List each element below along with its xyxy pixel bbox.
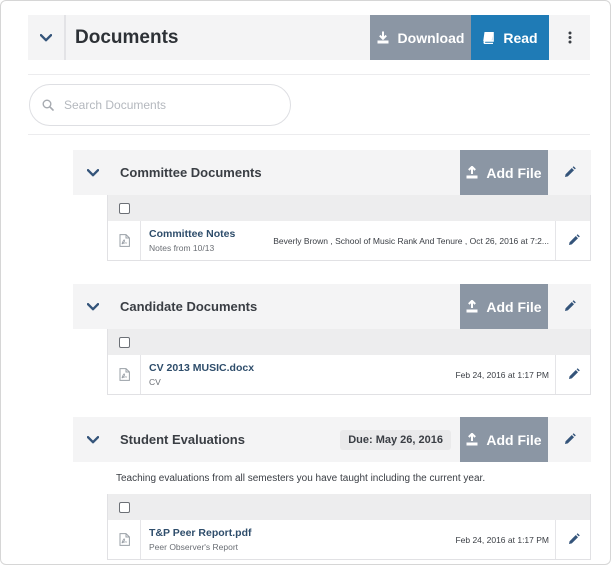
due-date-badge: Due: May 26, 2016 xyxy=(340,429,451,450)
upload-icon xyxy=(466,166,478,179)
select-all-row xyxy=(108,494,590,520)
add-file-button[interactable]: Add File xyxy=(460,417,548,462)
download-label: Download xyxy=(397,29,465,46)
section-edit-button[interactable] xyxy=(548,417,591,462)
search-input[interactable] xyxy=(64,98,264,112)
chevron-down-icon xyxy=(87,302,99,310)
chevron-down-icon xyxy=(87,435,99,443)
add-file-button[interactable]: Add File xyxy=(460,284,548,329)
add-file-button[interactable]: Add File xyxy=(460,150,548,195)
file-description: Notes from 10/13 xyxy=(149,243,215,253)
pencil-icon xyxy=(568,234,580,245)
table-row[interactable]: CV 2013 MUSIC.docx CV Feb 24, 2016 at 1:… xyxy=(108,355,590,394)
download-button[interactable]: Download xyxy=(370,15,471,60)
pencil-icon xyxy=(565,166,576,177)
select-all-checkbox[interactable] xyxy=(119,336,130,348)
section-title: Candidate Documents xyxy=(120,299,258,314)
file-icon xyxy=(119,533,130,546)
table-row[interactable]: Committee Notes Notes from 10/13 Beverly… xyxy=(108,221,590,260)
file-table: Committee Notes Notes from 10/13 Beverly… xyxy=(107,195,591,261)
read-label: Read xyxy=(503,29,538,46)
add-file-label: Add File xyxy=(486,164,542,181)
upload-icon xyxy=(466,300,478,313)
pencil-icon xyxy=(568,368,580,379)
section-collapse-toggle[interactable] xyxy=(73,150,113,195)
search-box[interactable] xyxy=(29,84,291,126)
file-type-cell xyxy=(108,221,141,260)
file-edit-button[interactable] xyxy=(555,221,590,260)
divider xyxy=(28,74,590,75)
file-description: Peer Observer's Report xyxy=(149,542,239,552)
section-description: Teaching evaluations from all semesters … xyxy=(116,473,486,484)
file-icon xyxy=(119,234,130,247)
add-file-label: Add File xyxy=(486,431,542,448)
section-header: Student Evaluations Due: May 26, 2016 Ad… xyxy=(73,417,591,462)
file-type-cell xyxy=(108,355,141,394)
file-name-link[interactable]: T&P Peer Report.pdf xyxy=(149,527,455,539)
chevron-down-icon xyxy=(40,33,52,41)
pencil-icon xyxy=(565,433,576,444)
file-info: Committee Notes Notes from 10/13 xyxy=(141,221,273,260)
select-all-checkbox[interactable] xyxy=(119,202,130,214)
documents-panel: Documents Download Read Committee Docume… xyxy=(0,0,611,565)
pencil-icon xyxy=(568,533,580,544)
file-type-cell xyxy=(108,520,141,559)
file-meta: Beverly Brown , School of Music Rank And… xyxy=(273,221,555,260)
file-icon xyxy=(119,368,130,381)
section-collapse-toggle[interactable] xyxy=(73,417,113,462)
more-vertical-icon xyxy=(568,31,571,44)
section-header: Candidate Documents Add File xyxy=(73,284,591,329)
file-table: CV 2013 MUSIC.docx CV Feb 24, 2016 at 1:… xyxy=(107,329,591,395)
file-info: T&P Peer Report.pdf Peer Observer's Repo… xyxy=(141,520,455,559)
more-options-button[interactable] xyxy=(549,15,590,60)
section-edit-button[interactable] xyxy=(548,284,591,329)
file-edit-button[interactable] xyxy=(555,520,590,559)
select-all-checkbox[interactable] xyxy=(119,501,130,513)
add-file-label: Add File xyxy=(486,298,542,315)
table-row[interactable]: T&P Peer Report.pdf Peer Observer's Repo… xyxy=(108,520,590,559)
section-committee-documents: Committee Documents Add File Committee N… xyxy=(73,150,591,261)
file-name-link[interactable]: CV 2013 MUSIC.docx xyxy=(149,362,455,374)
section-header: Committee Documents Add File xyxy=(73,150,591,195)
file-meta-text: Beverly Brown , School of Music Rank And… xyxy=(273,235,549,246)
section-student-evaluations: Student Evaluations Due: May 26, 2016 Ad… xyxy=(73,417,591,560)
pencil-icon xyxy=(565,300,576,311)
file-name-link[interactable]: Committee Notes xyxy=(149,228,273,240)
section-edit-button[interactable] xyxy=(548,150,591,195)
file-meta-text: Feb 24, 2016 at 1:17 PM xyxy=(455,369,549,380)
file-meta: Feb 24, 2016 at 1:17 PM xyxy=(455,520,555,559)
file-description: CV xyxy=(149,377,161,387)
search-icon xyxy=(42,99,54,111)
select-all-row xyxy=(108,329,590,355)
file-meta-text: Feb 24, 2016 at 1:17 PM xyxy=(455,534,549,545)
upload-icon xyxy=(466,433,478,446)
select-all-row xyxy=(108,195,590,221)
collapse-toggle[interactable] xyxy=(28,15,66,60)
book-icon xyxy=(483,31,495,44)
file-meta: Feb 24, 2016 at 1:17 PM xyxy=(455,355,555,394)
file-table: T&P Peer Report.pdf Peer Observer's Repo… xyxy=(107,494,591,560)
page-title: Documents xyxy=(75,26,179,48)
file-info: CV 2013 MUSIC.docx CV xyxy=(141,355,455,394)
download-icon xyxy=(377,31,389,44)
read-button[interactable]: Read xyxy=(471,15,549,60)
divider xyxy=(28,134,590,135)
chevron-down-icon xyxy=(87,168,99,176)
section-candidate-documents: Candidate Documents Add File CV 2013 MUS… xyxy=(73,284,591,395)
section-title: Student Evaluations xyxy=(120,432,245,447)
section-title: Committee Documents xyxy=(120,165,262,180)
documents-header: Documents Download Read xyxy=(28,15,590,60)
section-collapse-toggle[interactable] xyxy=(73,284,113,329)
file-edit-button[interactable] xyxy=(555,355,590,394)
